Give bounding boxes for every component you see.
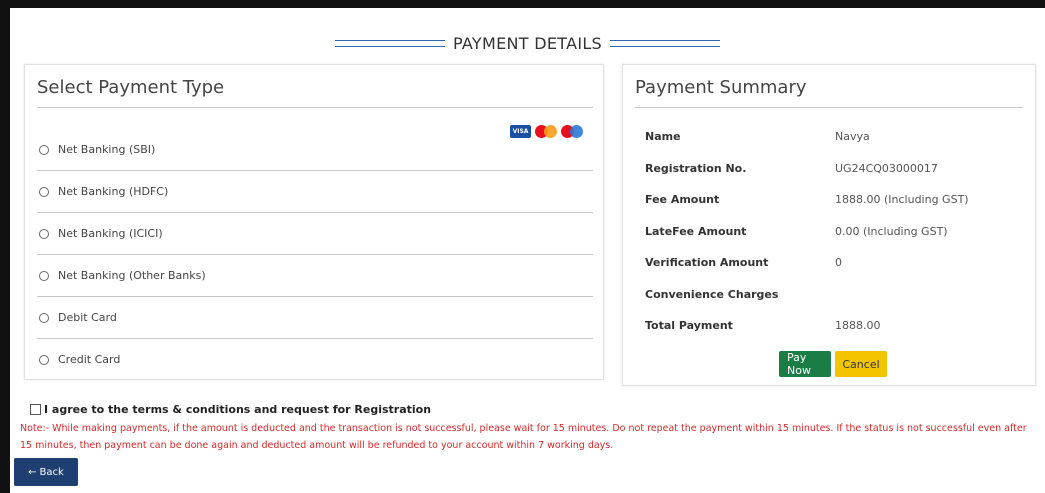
summary-actions: Pay Now Cancel	[779, 351, 887, 377]
option-net-banking-hdfc[interactable]: Net Banking (HDFC)	[37, 171, 593, 213]
option-label: Net Banking (SBI)	[58, 143, 156, 156]
option-label: Net Banking (ICICI)	[58, 227, 163, 240]
summary-label: Convenience Charges	[645, 287, 779, 301]
summary-label: Name	[645, 130, 681, 144]
summary-row-registration: Registration No. UG24CQ03000017	[645, 153, 1025, 185]
arrow-left-icon: ←	[28, 466, 37, 478]
option-label: Credit Card	[58, 353, 121, 366]
summary-label: LateFee Amount	[645, 224, 747, 238]
payment-summary-card: Payment Summary Name Navya Registration …	[622, 64, 1036, 386]
summary-label: Fee Amount	[645, 193, 720, 207]
payment-options-list: Net Banking (SBI) Net Banking (HDFC) Net…	[37, 129, 593, 380]
pay-now-button[interactable]: Pay Now	[779, 351, 831, 377]
payment-type-heading: Select Payment Type	[37, 77, 593, 108]
summary-row-verification: Verification Amount 0	[645, 247, 1025, 279]
payment-note: Note:- While making payments, if the amo…	[20, 423, 1027, 451]
cancel-button[interactable]: Cancel	[835, 351, 887, 377]
payment-page: PAYMENT DETAILS Select Payment Type VISA…	[10, 8, 1045, 493]
summary-row-latefee: LateFee Amount 0.00 (Including GST)	[645, 216, 1025, 248]
terms-checkbox[interactable]	[30, 404, 41, 415]
summary-row-name: Name Navya	[645, 121, 1025, 153]
summary-value: 0	[835, 256, 842, 270]
option-credit-card[interactable]: Credit Card	[37, 339, 593, 380]
option-label: Net Banking (HDFC)	[58, 185, 169, 198]
summary-value: 0.00 (Including GST)	[835, 224, 948, 238]
summary-value: UG24CQ03000017	[835, 161, 938, 175]
summary-row-total: Total Payment 1888.00	[645, 310, 1025, 342]
summary-value: 1888.00 (Including GST)	[835, 193, 969, 207]
option-label: Debit Card	[58, 311, 117, 324]
page-title: PAYMENT DETAILS	[452, 34, 603, 53]
radio-button[interactable]	[39, 270, 49, 281]
option-net-banking-other[interactable]: Net Banking (Other Banks)	[37, 255, 593, 297]
title-decor-right	[610, 40, 721, 47]
radio-button[interactable]	[39, 312, 49, 323]
radio-button[interactable]	[39, 144, 49, 155]
summary-row-convenience: Convenience Charges	[645, 279, 1025, 311]
radio-button[interactable]	[39, 228, 49, 239]
back-button[interactable]: ← Back	[14, 458, 78, 486]
payment-summary-heading: Payment Summary	[635, 77, 1023, 108]
option-net-banking-icici[interactable]: Net Banking (ICICI)	[37, 213, 593, 255]
summary-label: Total Payment	[645, 319, 733, 333]
title-decor-left	[334, 40, 445, 47]
summary-value: Navya	[835, 130, 870, 144]
radio-button[interactable]	[39, 186, 49, 197]
summary-row-fee: Fee Amount 1888.00 (Including GST)	[645, 184, 1025, 216]
section-title: PAYMENT DETAILS	[10, 34, 1045, 53]
option-net-banking-sbi[interactable]: Net Banking (SBI)	[37, 129, 593, 171]
back-label: Back	[39, 466, 64, 478]
option-debit-card[interactable]: Debit Card	[37, 297, 593, 339]
summary-table: Name Navya Registration No. UG24CQ030000…	[645, 121, 1025, 342]
summary-label: Verification Amount	[645, 256, 769, 270]
option-label: Net Banking (Other Banks)	[58, 269, 206, 282]
payment-type-card: Select Payment Type VISA Net Banking (SB…	[24, 64, 604, 380]
radio-button[interactable]	[39, 354, 49, 365]
terms-agreement[interactable]: I agree to the terms & conditions and re…	[30, 403, 431, 416]
terms-label: I agree to the terms & conditions and re…	[44, 403, 432, 416]
summary-value: 1888.00	[835, 319, 881, 333]
summary-label: Registration No.	[645, 161, 747, 175]
